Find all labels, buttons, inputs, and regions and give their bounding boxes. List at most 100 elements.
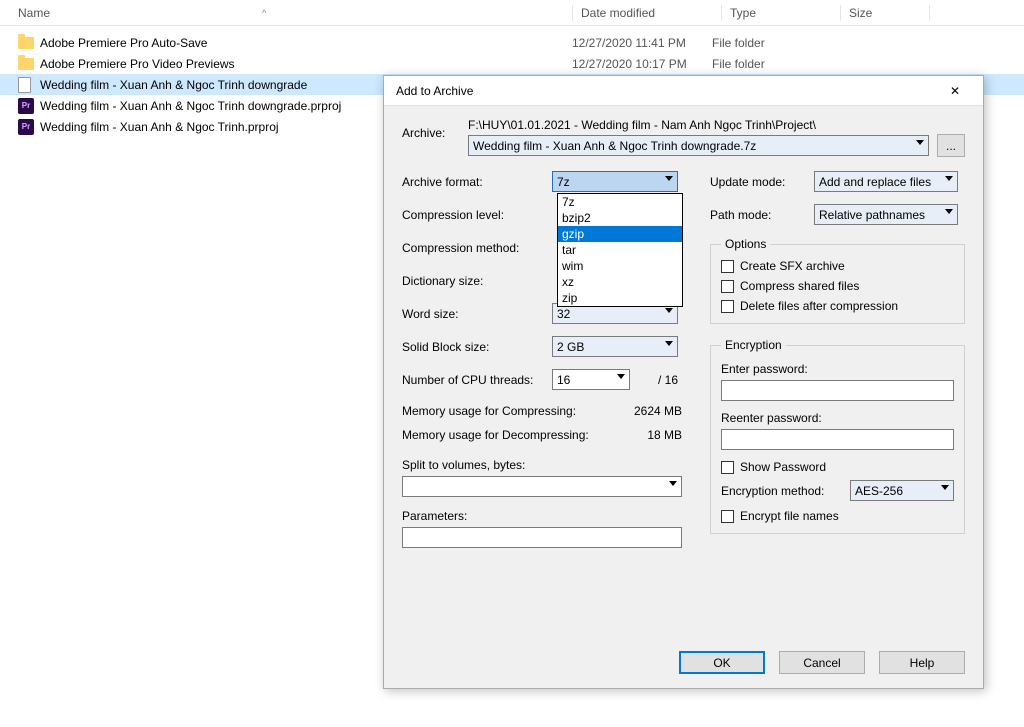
column-size[interactable]: Size — [849, 6, 929, 20]
checkbox-icon — [721, 280, 734, 293]
dropdown-item-tar[interactable]: tar — [558, 242, 682, 258]
archive-name-value: Wedding film - Xuan Anh & Ngoc Trinh dow… — [473, 139, 756, 153]
sort-caret-icon: ^ — [262, 8, 266, 18]
path-mode-label: Path mode: — [710, 208, 814, 222]
compress-shared-row[interactable]: Compress shared files — [721, 279, 954, 293]
dialog-button-row: OK Cancel Help — [384, 641, 983, 688]
archive-path: F:\HUY\01.01.2021 - Wedding film - Nam A… — [468, 118, 965, 132]
archive-format-dropdown: 7z bzip2 gzip tar wim xz zip — [557, 193, 683, 307]
dropdown-item-gzip[interactable]: gzip — [558, 226, 682, 242]
word-size-label: Word size: — [402, 307, 552, 321]
cpu-threads-value: 16 — [557, 373, 570, 387]
file-date: 12/27/2020 11:41 PM — [572, 36, 712, 50]
checkbox-icon — [721, 510, 734, 523]
parameters-label: Parameters: — [402, 509, 682, 523]
compression-level-label: Compression level: — [402, 208, 552, 222]
dropdown-item-bzip2[interactable]: bzip2 — [558, 210, 682, 226]
file-name: Adobe Premiere Pro Video Previews — [40, 57, 572, 71]
archive-name-input[interactable]: Wedding film - Xuan Anh & Ngoc Trinh dow… — [468, 135, 929, 156]
close-button[interactable]: ✕ — [935, 77, 975, 105]
dropdown-item-zip[interactable]: zip — [558, 290, 682, 306]
memory-decompress-value: 18 MB — [622, 428, 682, 442]
encryption-method-label: Encryption method: — [721, 484, 850, 498]
encryption-method-combo[interactable]: AES-256 — [850, 480, 954, 501]
folder-icon — [18, 58, 34, 70]
checkbox-icon — [721, 260, 734, 273]
column-divider — [572, 5, 573, 21]
encryption-legend: Encryption — [721, 338, 786, 352]
create-sfx-label: Create SFX archive — [740, 259, 845, 273]
solid-block-combo[interactable]: 2 GB — [552, 336, 678, 357]
update-mode-value: Add and replace files — [819, 175, 931, 189]
checkbox-icon — [721, 461, 734, 474]
dropdown-item-xz[interactable]: xz — [558, 274, 682, 290]
show-password-label: Show Password — [740, 460, 826, 474]
show-password-row[interactable]: Show Password — [721, 460, 954, 474]
column-divider — [929, 5, 930, 21]
archive-label: Archive: — [402, 118, 468, 140]
memory-compress-label: Memory usage for Compressing: — [402, 404, 622, 418]
chevron-down-icon — [617, 374, 625, 379]
reenter-password-label: Reenter password: — [721, 411, 954, 425]
update-mode-combo[interactable]: Add and replace files — [814, 171, 958, 192]
memory-decompress-label: Memory usage for Decompressing: — [402, 428, 622, 442]
options-legend: Options — [721, 237, 770, 251]
parameters-input[interactable] — [402, 527, 682, 548]
column-divider — [721, 5, 722, 21]
path-mode-combo[interactable]: Relative pathnames — [814, 204, 958, 225]
solid-block-label: Solid Block size: — [402, 340, 552, 354]
dropdown-item-wim[interactable]: wim — [558, 258, 682, 274]
file-type: File folder — [712, 36, 822, 50]
compression-method-label: Compression method: — [402, 241, 552, 255]
file-icon — [18, 77, 31, 93]
archive-format-label: Archive format: — [402, 175, 552, 189]
options-group: Options Create SFX archive Compress shar… — [710, 237, 965, 324]
chevron-down-icon — [665, 308, 673, 313]
help-button[interactable]: Help — [879, 651, 965, 674]
cpu-threads-combo[interactable]: 16 — [552, 369, 630, 390]
column-divider — [840, 5, 841, 21]
list-item[interactable]: Adobe Premiere Pro Video Previews 12/27/… — [0, 53, 1024, 74]
chevron-down-icon — [916, 140, 924, 145]
dialog-titlebar[interactable]: Add to Archive ✕ — [384, 76, 983, 106]
close-icon: ✕ — [950, 84, 960, 98]
cancel-button[interactable]: Cancel — [779, 651, 865, 674]
split-volumes-combo[interactable] — [402, 476, 682, 497]
reenter-password-input[interactable] — [721, 429, 954, 450]
solid-block-value: 2 GB — [557, 340, 584, 354]
column-date[interactable]: Date modified — [581, 6, 721, 20]
dictionary-size-label: Dictionary size: — [402, 274, 552, 288]
column-name[interactable]: Name ^ — [18, 6, 572, 20]
chevron-down-icon — [665, 341, 673, 346]
checkbox-icon — [721, 300, 734, 313]
browse-button[interactable]: ... — [937, 134, 965, 157]
create-sfx-row[interactable]: Create SFX archive — [721, 259, 954, 273]
cpu-threads-label: Number of CPU threads: — [402, 373, 552, 387]
column-name-label: Name — [18, 6, 50, 20]
update-mode-label: Update mode: — [710, 175, 814, 189]
explorer-column-header: Name ^ Date modified Type Size — [0, 0, 1024, 26]
compress-shared-label: Compress shared files — [740, 279, 859, 293]
enter-password-input[interactable] — [721, 380, 954, 401]
encrypt-filenames-row[interactable]: Encrypt file names — [721, 509, 954, 523]
delete-after-row[interactable]: Delete files after compression — [721, 299, 954, 313]
path-mode-value: Relative pathnames — [819, 208, 925, 222]
chevron-down-icon — [665, 176, 673, 181]
cpu-threads-total: / 16 — [658, 373, 678, 387]
split-volumes-label: Split to volumes, bytes: — [402, 458, 682, 472]
archive-format-value: 7z — [557, 175, 570, 189]
encryption-method-value: AES-256 — [855, 484, 903, 498]
dialog-body: Archive: F:\HUY\01.01.2021 - Wedding fil… — [384, 106, 983, 641]
column-type[interactable]: Type — [730, 6, 840, 20]
encryption-group: Encryption Enter password: Reenter passw… — [710, 338, 965, 534]
list-item[interactable]: Adobe Premiere Pro Auto-Save 12/27/2020 … — [0, 32, 1024, 53]
chevron-down-icon — [669, 481, 677, 486]
chevron-down-icon — [941, 485, 949, 490]
dialog-title: Add to Archive — [396, 84, 935, 98]
word-size-value: 32 — [557, 307, 570, 321]
add-to-archive-dialog: Add to Archive ✕ Archive: F:\HUY\01.01.2… — [383, 75, 984, 689]
ok-button[interactable]: OK — [679, 651, 765, 674]
file-type: File folder — [712, 57, 822, 71]
dropdown-item-7z[interactable]: 7z — [558, 194, 682, 210]
archive-format-combo[interactable]: 7z — [552, 171, 678, 192]
